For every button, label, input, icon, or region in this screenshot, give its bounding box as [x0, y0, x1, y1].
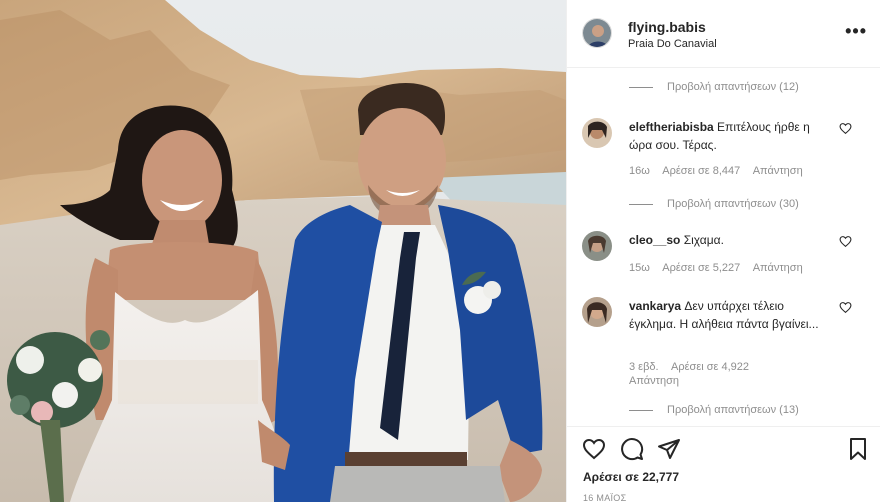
comment-text: vankarya Δεν υπάρχει τέλειο έγκλημα. Η α… [629, 297, 834, 333]
view-replies-link[interactable]: Προβολή απαντήσεων (30) [629, 198, 799, 210]
commenter-username[interactable]: cleo__so [629, 233, 680, 247]
comment-time: 15ω [629, 262, 650, 274]
comment-text: cleo__so Σιχαμα. [629, 231, 834, 249]
more-options-icon[interactable]: ••• [845, 22, 867, 40]
comment-meta: 16ω Αρέσει σε 8,447 Απάντηση [629, 165, 813, 177]
post-actions-bar: Αρέσει σε 22,777 16 ΜΑΪΟΣ [567, 426, 880, 502]
comment-time: 16ω [629, 165, 650, 177]
comment-text: eleftheriabisba Επιτέλους ήρθε η ώρα σου… [629, 118, 834, 154]
commenter-username[interactable]: eleftheriabisba [629, 120, 714, 134]
reply-button[interactable]: Απάντηση [629, 375, 679, 387]
comment-body: Σιχαμα. [683, 233, 724, 247]
post-location[interactable]: Praia Do Canavial [628, 38, 717, 50]
wedding-photo-illustration [0, 0, 566, 502]
replies-line-divider [629, 203, 653, 205]
like-comment-heart-icon[interactable] [839, 235, 852, 248]
view-replies-label: Προβολή απαντήσεων (30) [667, 198, 799, 210]
comment-likes[interactable]: Αρέσει σε 8,447 [662, 165, 740, 177]
reply-button[interactable]: Απάντηση [753, 165, 803, 177]
view-replies-link[interactable]: Προβολή απαντήσεων (12) [629, 81, 799, 93]
replies-line-divider [629, 409, 653, 411]
post-header: flying.babis Praia Do Canavial ••• [567, 0, 880, 68]
share-icon[interactable] [657, 437, 681, 461]
comment-meta: 3 εβδ. Αρέσει σε 4,922 Απάντηση [629, 360, 769, 388]
like-comment-heart-icon[interactable] [839, 122, 852, 135]
heart-icon[interactable] [582, 437, 606, 461]
post-photo[interactable] [0, 0, 566, 502]
author-avatar[interactable] [582, 18, 612, 48]
view-replies-label: Προβολή απαντήσεων (12) [667, 81, 799, 93]
comment-likes[interactable]: Αρέσει σε 5,227 [662, 262, 740, 274]
view-replies-label: Προβολή απαντήσεων (13) [667, 404, 799, 416]
commenter-avatar[interactable] [582, 118, 612, 148]
post-side-panel: flying.babis Praia Do Canavial ••• Προβο… [566, 0, 880, 502]
comment-time: 3 εβδ. [629, 361, 659, 373]
view-replies-link[interactable]: Προβολή απαντήσεων (13) [629, 404, 799, 416]
post-date: 16 ΜΑΪΟΣ [583, 493, 627, 502]
reply-button[interactable]: Απάντηση [753, 262, 803, 274]
comment-likes[interactable]: Αρέσει σε 4,922 [671, 361, 749, 373]
commenter-avatar[interactable] [582, 297, 612, 327]
comments-list[interactable]: Προβολή απαντήσεων (12) eleftheriabisba … [567, 69, 880, 425]
replies-line-divider [629, 86, 653, 88]
bookmark-icon[interactable] [846, 437, 870, 461]
comment-meta: 15ω Αρέσει σε 5,227 Απάντηση [629, 262, 813, 274]
commenter-username[interactable]: vankarya [629, 299, 681, 313]
author-username[interactable]: flying.babis [628, 19, 706, 35]
like-comment-heart-icon[interactable] [839, 301, 852, 314]
commenter-avatar[interactable] [582, 231, 612, 261]
post-likes-count[interactable]: Αρέσει σε 22,777 [583, 470, 679, 484]
comment-icon[interactable] [620, 437, 644, 461]
